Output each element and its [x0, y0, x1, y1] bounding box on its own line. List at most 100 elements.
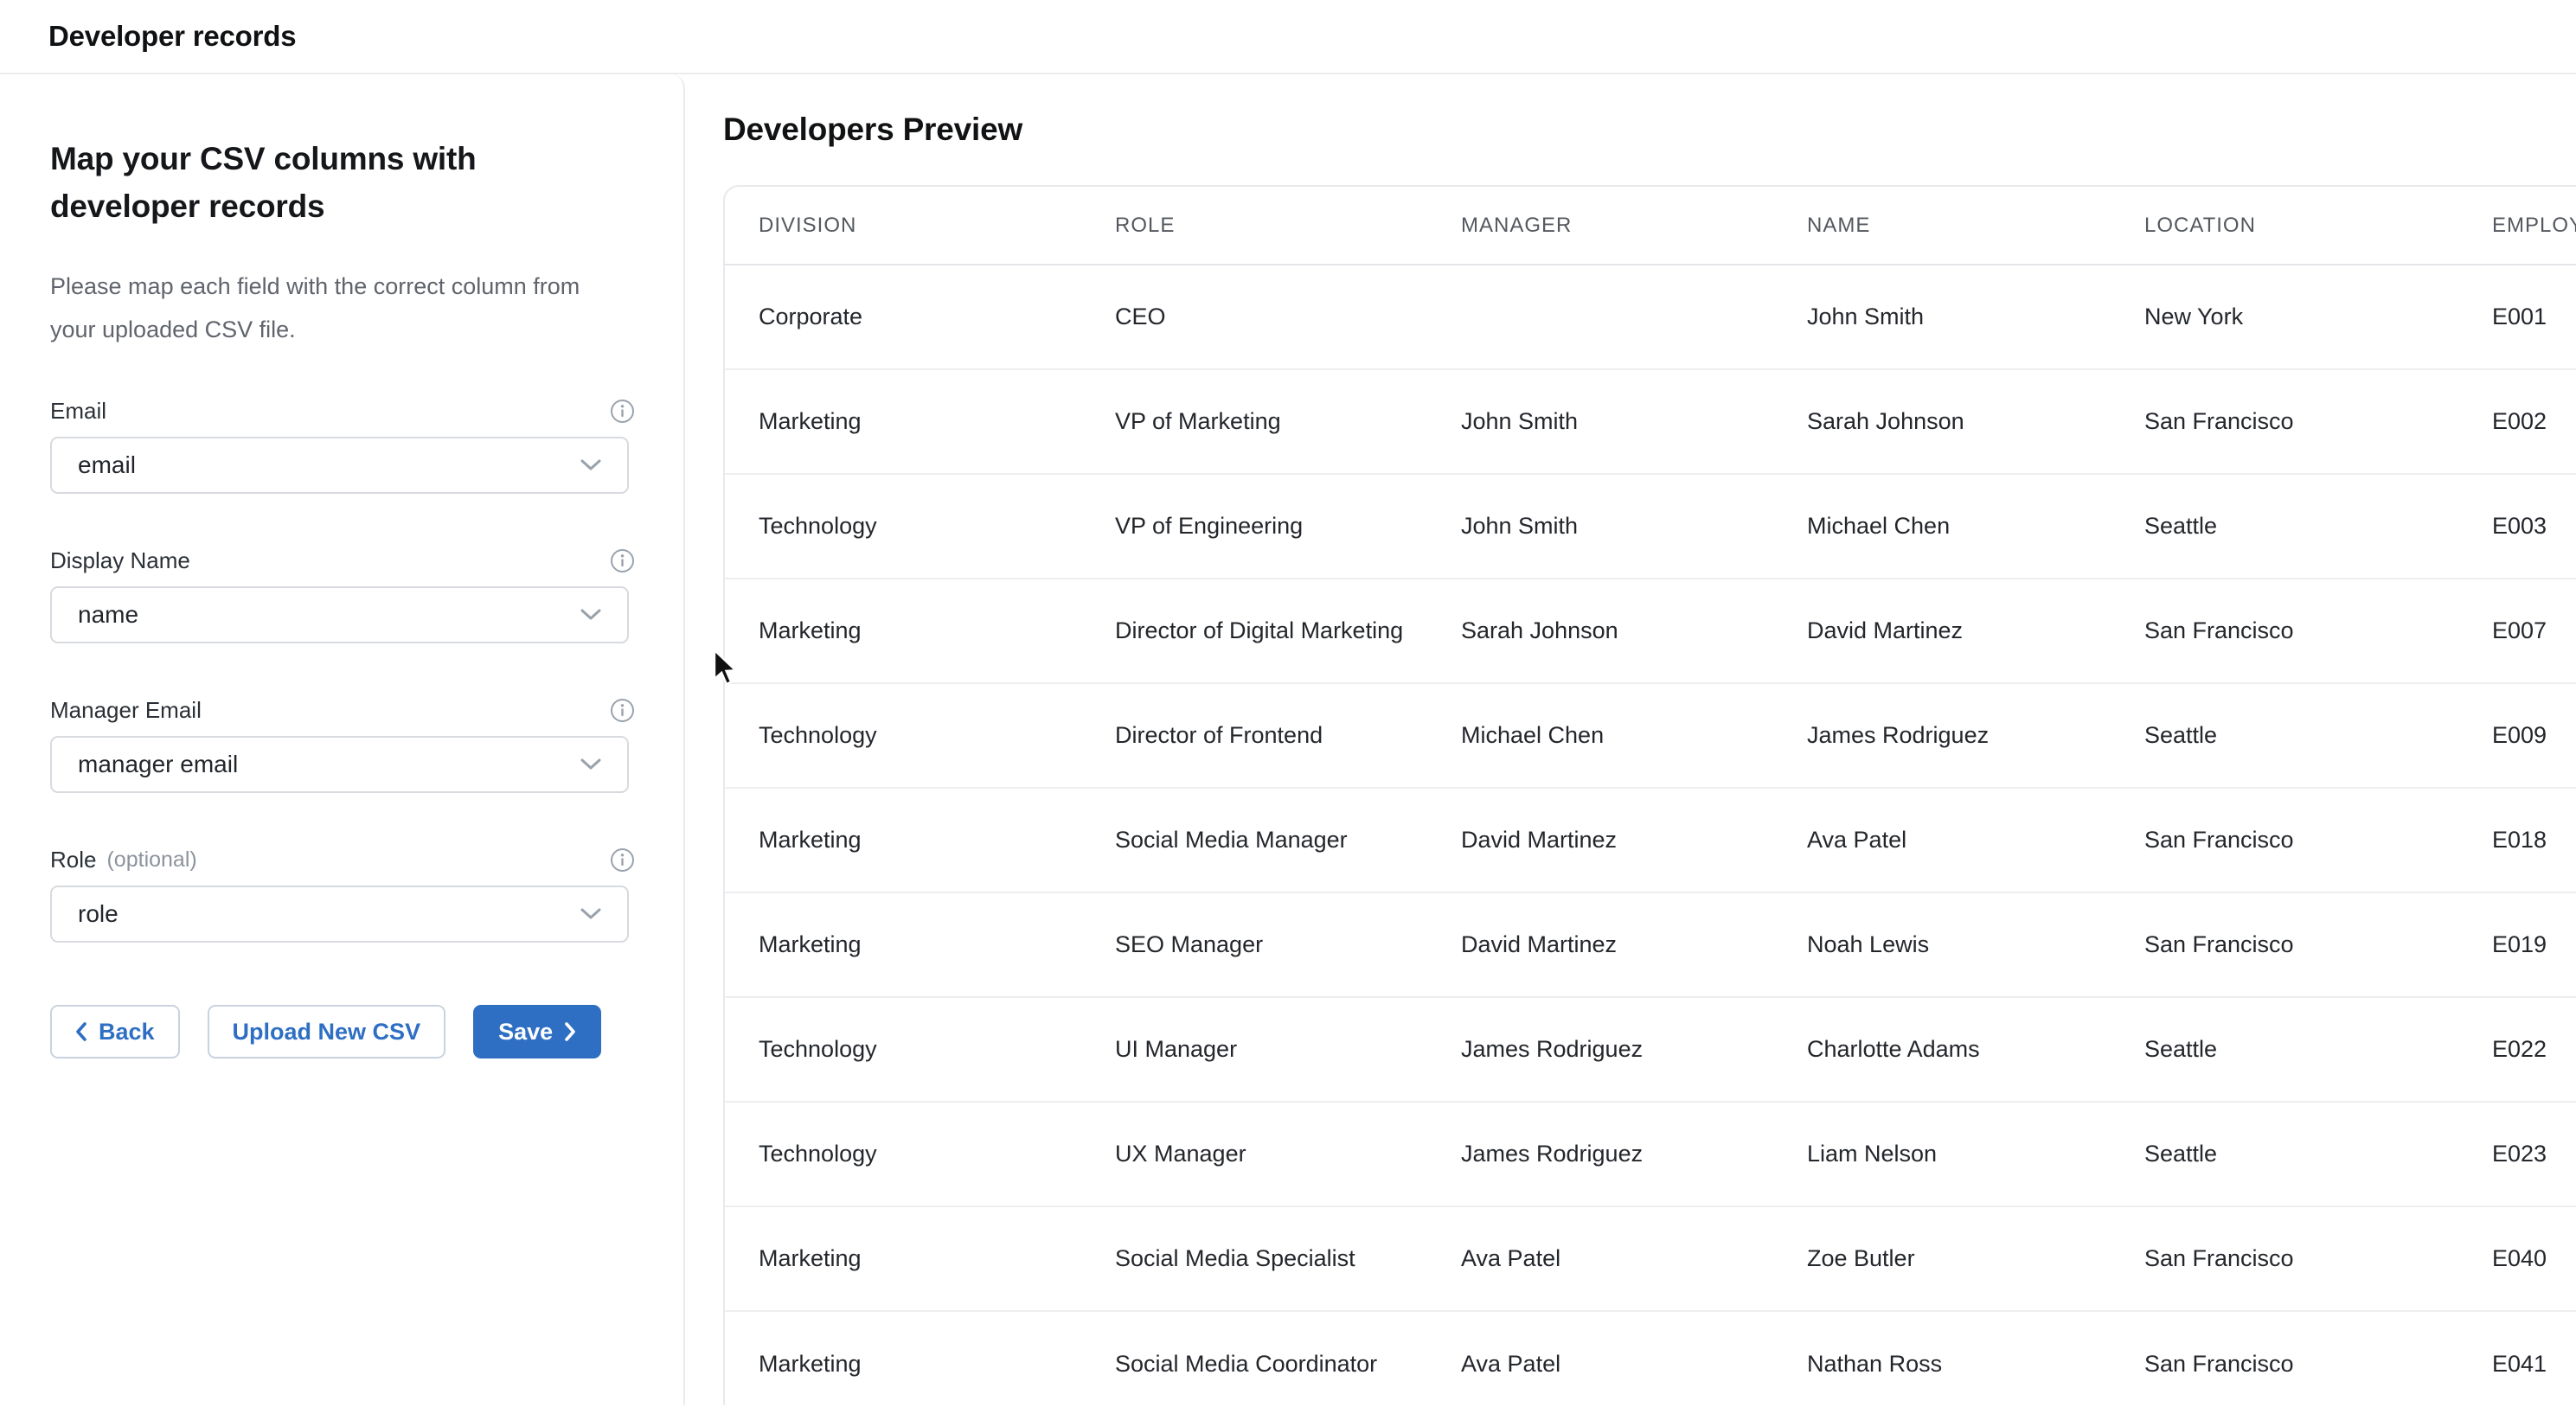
table-cell: E009: [2492, 683, 2576, 788]
column-header: LOCATION: [2144, 187, 2492, 265]
page-title: Developer records: [48, 20, 296, 53]
table-row: MarketingSocial Media ManagerDavid Marti…: [725, 788, 2576, 892]
chevron-down-icon: [580, 609, 601, 621]
table-cell: SEO Manager: [1115, 892, 1461, 997]
table-cell: Marketing: [725, 579, 1115, 683]
display-name-column-select[interactable]: name: [50, 586, 629, 643]
field-email: Email email: [50, 398, 635, 494]
info-icon[interactable]: [610, 698, 635, 723]
table-cell: Liam Nelson: [1807, 1102, 2144, 1206]
table-cell: San Francisco: [2144, 892, 2492, 997]
column-header: ROLE: [1115, 187, 1461, 265]
table-row: TechnologyUI ManagerJames RodriguezCharl…: [725, 997, 2576, 1102]
table-cell: E018: [2492, 788, 2576, 892]
email-column-select[interactable]: email: [50, 437, 629, 494]
info-icon[interactable]: [610, 399, 635, 424]
table-cell: David Martinez: [1461, 788, 1807, 892]
role-column-select[interactable]: role: [50, 886, 629, 943]
back-button[interactable]: Back: [50, 1005, 180, 1058]
table-cell: Director of Digital Marketing: [1115, 579, 1461, 683]
table-cell: James Rodriguez: [1807, 683, 2144, 788]
table-cell: Sarah Johnson: [1461, 579, 1807, 683]
field-role: Role (optional) role: [50, 847, 635, 943]
table-cell: [1461, 265, 1807, 369]
developers-table: DIVISIONROLEMANAGERNAMELOCATIONEMPLOYEE …: [725, 187, 2576, 1405]
table-cell: Seattle: [2144, 474, 2492, 579]
table-cell: Nathan Ross: [1807, 1311, 2144, 1405]
save-button-label: Save: [498, 1019, 553, 1046]
table-cell: Technology: [725, 683, 1115, 788]
chevron-left-icon: [75, 1022, 87, 1041]
preview-area: Developers Preview DIVISIONROLEMANAGERNA…: [685, 74, 2576, 1405]
role-optional-label: (optional): [106, 847, 196, 873]
chevron-down-icon: [580, 908, 601, 920]
table-cell: Ava Patel: [1461, 1206, 1807, 1311]
field-manager-email: Manager Email manager email: [50, 697, 635, 793]
table-cell: CEO: [1115, 265, 1461, 369]
table-cell: VP of Engineering: [1115, 474, 1461, 579]
table-cell: Marketing: [725, 892, 1115, 997]
table-row: MarketingVP of MarketingJohn SmithSarah …: [725, 369, 2576, 474]
upload-new-csv-button[interactable]: Upload New CSV: [208, 1005, 446, 1058]
table-cell: Social Media Coordinator: [1115, 1311, 1461, 1405]
table-cell: John Smith: [1807, 265, 2144, 369]
info-icon[interactable]: [610, 548, 635, 573]
table-cell: Corporate: [725, 265, 1115, 369]
display-name-column-value: name: [78, 601, 138, 629]
email-label: Email: [50, 398, 106, 425]
manager-email-column-select[interactable]: manager email: [50, 736, 629, 793]
table-row: CorporateCEOJohn SmithNew YorkE001: [725, 265, 2576, 369]
table-row: TechnologyVP of EngineeringJohn SmithMic…: [725, 474, 2576, 579]
table-cell: Marketing: [725, 369, 1115, 474]
table-cell: E041: [2492, 1311, 2576, 1405]
table-cell: David Martinez: [1461, 892, 1807, 997]
save-button[interactable]: Save: [473, 1005, 601, 1058]
table-cell: Seattle: [2144, 997, 2492, 1102]
app-header: Developer records: [0, 0, 2576, 74]
field-display-name: Display Name name: [50, 547, 635, 643]
table-cell: John Smith: [1461, 369, 1807, 474]
table-cell: David Martinez: [1807, 579, 2144, 683]
table-cell: John Smith: [1461, 474, 1807, 579]
csv-mapping-panel: Map your CSV columns with developer reco…: [0, 74, 685, 1405]
column-header: DIVISION: [725, 187, 1115, 265]
table-cell: Michael Chen: [1461, 683, 1807, 788]
table-cell: Michael Chen: [1807, 474, 2144, 579]
manager-email-label: Manager Email: [50, 697, 202, 724]
back-button-label: Back: [99, 1019, 155, 1046]
form-actions: Back Upload New CSV Save: [50, 1005, 635, 1058]
table-cell: Technology: [725, 474, 1115, 579]
table-row: MarketingSocial Media CoordinatorAva Pat…: [725, 1311, 2576, 1405]
content: Map your CSV columns with developer reco…: [0, 74, 2576, 1405]
display-name-label: Display Name: [50, 547, 190, 574]
table-row: TechnologyDirector of FrontendMichael Ch…: [725, 683, 2576, 788]
preview-title: Developers Preview: [723, 112, 2576, 147]
table-cell: E023: [2492, 1102, 2576, 1206]
role-column-value: role: [78, 900, 119, 928]
column-header: NAME: [1807, 187, 2144, 265]
email-column-value: email: [78, 451, 136, 479]
table-cell: E019: [2492, 892, 2576, 997]
chevron-right-icon: [564, 1022, 576, 1041]
table-cell: Zoe Butler: [1807, 1206, 2144, 1311]
column-header: MANAGER: [1461, 187, 1807, 265]
table-cell: Ava Patel: [1807, 788, 2144, 892]
info-icon[interactable]: [610, 847, 635, 873]
table-header-row: DIVISIONROLEMANAGERNAMELOCATIONEMPLOYEE …: [725, 187, 2576, 265]
table-cell: E040: [2492, 1206, 2576, 1311]
table-cell: Marketing: [725, 1311, 1115, 1405]
table-cell: E001: [2492, 265, 2576, 369]
table-cell: E022: [2492, 997, 2576, 1102]
table-cell: Director of Frontend: [1115, 683, 1461, 788]
chevron-down-icon: [580, 459, 601, 471]
panel-title: Map your CSV columns with developer reco…: [50, 135, 621, 230]
table-cell: Sarah Johnson: [1807, 369, 2144, 474]
table-cell: San Francisco: [2144, 788, 2492, 892]
table-cell: UX Manager: [1115, 1102, 1461, 1206]
table-cell: James Rodriguez: [1461, 997, 1807, 1102]
table-cell: VP of Marketing: [1115, 369, 1461, 474]
table-cell: Seattle: [2144, 683, 2492, 788]
table-cell: James Rodriguez: [1461, 1102, 1807, 1206]
table-cell: E002: [2492, 369, 2576, 474]
table-cell: San Francisco: [2144, 1206, 2492, 1311]
